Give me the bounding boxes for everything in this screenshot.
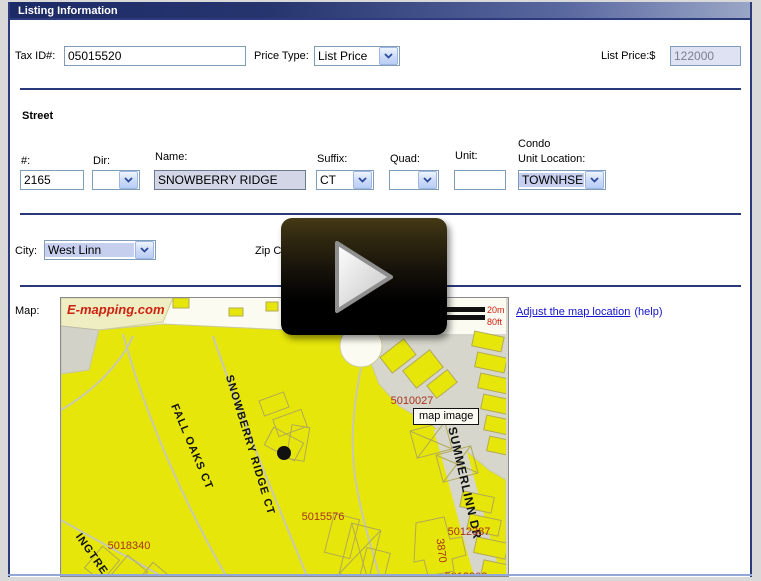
parcel-number: 5010027 — [391, 395, 434, 407]
tax-id-input[interactable] — [64, 46, 246, 66]
video-play-button[interactable] — [281, 218, 447, 335]
chevron-down-icon[interactable] — [585, 171, 604, 189]
list-price-label: List Price:$ — [601, 50, 656, 62]
window-titlebar: Listing Information — [10, 2, 750, 20]
window-border-bottom — [8, 574, 752, 576]
separator — [20, 88, 741, 90]
separator — [20, 213, 741, 215]
dir-select[interactable] — [92, 170, 140, 190]
scale-metric-label: 20m — [487, 305, 505, 315]
street-section-label: Street — [22, 110, 54, 122]
chevron-down-icon[interactable] — [379, 47, 398, 65]
street-number-input[interactable] — [20, 170, 84, 190]
unit-input[interactable] — [454, 170, 506, 190]
map-image-tooltip: map image — [413, 408, 480, 425]
condo-unit-location-value: TOWNHSE — [519, 173, 584, 187]
adjust-map-location-link[interactable]: Adjust the map location — [516, 306, 630, 318]
condo-unit-location-select[interactable]: TOWNHSE — [518, 170, 606, 190]
quad-label: Quad: — [390, 153, 420, 165]
suffix-label: Suffix: — [317, 153, 348, 165]
listing-information-window: Listing Information Tax ID#: Price Type:… — [8, 2, 752, 577]
emapping-logo: E-mapping.com — [67, 302, 165, 317]
price-type-select[interactable]: List Price — [314, 46, 400, 66]
chevron-down-icon[interactable] — [353, 171, 372, 189]
city-select[interactable]: West Linn — [44, 240, 156, 260]
parcel-number: 5015576 — [302, 511, 345, 523]
condo-label-line1: Condo — [518, 138, 551, 150]
chevron-down-icon[interactable] — [135, 241, 154, 259]
play-icon — [335, 240, 393, 313]
city-value: West Linn — [45, 243, 134, 257]
condo-label-line2: Unit Location: — [518, 153, 586, 165]
name-label: Name: — [155, 151, 188, 163]
dir-label: Dir: — [93, 155, 111, 167]
list-price-field — [670, 46, 741, 66]
price-type-label: Price Type: — [254, 50, 309, 62]
window-border-right — [750, 2, 752, 577]
street-name-input[interactable] — [154, 170, 306, 190]
map-marker-dot — [277, 446, 291, 460]
unit-label: Unit: — [455, 150, 478, 162]
help-link[interactable]: (help) — [634, 306, 662, 318]
city-label: City: — [15, 245, 37, 257]
street-number-label: #: — [21, 155, 31, 167]
parcel-number: 5012387 — [448, 526, 491, 538]
map-label: Map: — [15, 305, 40, 317]
quad-select[interactable] — [389, 170, 439, 190]
chevron-down-icon[interactable] — [119, 171, 138, 189]
window-title: Listing Information — [18, 5, 118, 17]
parcel-number: 5018340 — [108, 540, 151, 552]
chevron-down-icon[interactable] — [418, 171, 437, 189]
map-image[interactable]: SNOWBERRY RIDGE CT FALL OAKS CT SUMMERLI… — [60, 297, 509, 577]
tax-id-label: Tax ID#: — [15, 50, 56, 62]
suffix-select[interactable]: CT — [316, 170, 374, 190]
map-svg: SNOWBERRY RIDGE CT FALL OAKS CT SUMMERLI… — [61, 298, 508, 576]
scale-imperial-label: 80ft — [487, 317, 503, 327]
suffix-value: CT — [320, 173, 336, 187]
window-border-left — [8, 2, 10, 577]
price-type-value: List Price — [318, 49, 368, 63]
